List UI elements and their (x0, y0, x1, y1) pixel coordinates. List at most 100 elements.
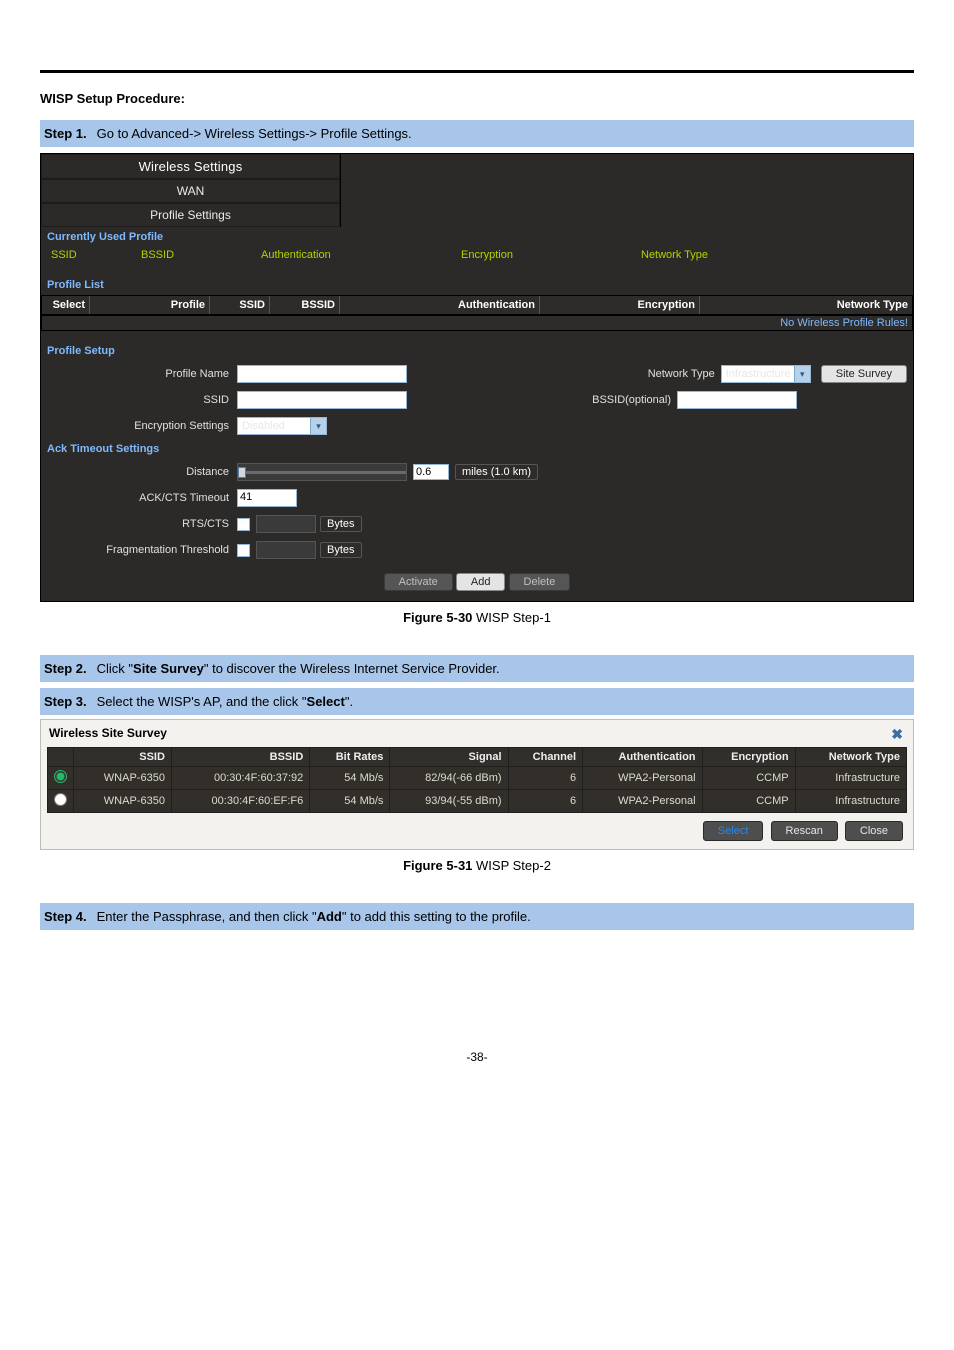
input-frag[interactable] (256, 541, 316, 559)
step1-text: Go to Advanced-> Wireless Settings-> Pro… (97, 126, 412, 141)
row-frag: Fragmentation Threshold Bytes (41, 537, 913, 563)
hdr-net: Network Type (700, 296, 912, 314)
cell-enc: CCMP (702, 767, 795, 790)
cell-ssid: WNAP-6350 (74, 767, 172, 790)
table-row[interactable]: WNAP-6350 00:30:4F:60:EF:F6 54 Mb/s 93/9… (48, 790, 907, 813)
top-rule (40, 70, 914, 73)
delete-button[interactable]: Delete (509, 573, 571, 591)
col-auth: Authentication (251, 249, 451, 261)
profile-list-heading: Profile List (41, 275, 913, 295)
col-net: Network Type (631, 249, 913, 261)
survey-select-button[interactable]: Select (703, 821, 764, 841)
hdr-profile: Profile (90, 296, 210, 314)
row-rtscts: RTS/CTS Bytes (41, 511, 913, 537)
select-network-type-value: Infrastructure (726, 368, 791, 380)
lbl-profile-name: Profile Name (47, 368, 237, 380)
cell-net: Infrastructure (795, 767, 906, 790)
page-number: -38- (40, 1050, 914, 1064)
hdr-bssid: BSSID (171, 748, 309, 767)
step3-text: Select the WISP's AP, and the click "Sel… (97, 694, 353, 709)
input-ssid[interactable] (237, 391, 407, 409)
tab-wan[interactable]: WAN (41, 179, 340, 203)
survey-close-button[interactable]: Close (845, 821, 903, 841)
input-rtscts[interactable] (256, 515, 316, 533)
table-header-row: SSID BSSID Bit Rates Signal Channel Auth… (48, 748, 907, 767)
step2-text: Click "Site Survey" to discover the Wire… (97, 661, 500, 676)
no-rules-msg: No Wireless Profile Rules! (41, 315, 913, 331)
row-profile-name: Profile Name Network Type Infrastructure… (41, 361, 913, 387)
step4-bar: Step 4. Enter the Passphrase, and then c… (40, 903, 914, 930)
profile-setup-heading: Profile Setup (41, 341, 913, 361)
lbl-network-type: Network Type (648, 368, 721, 380)
cell-signal: 93/94(-55 dBm) (390, 790, 508, 813)
distance-unit: miles (1.0 km) (455, 464, 538, 480)
unit-bytes-1: Bytes (320, 516, 362, 532)
hdr-select: Select (42, 296, 90, 314)
unit-bytes-2: Bytes (320, 542, 362, 558)
checkbox-frag[interactable] (237, 544, 250, 557)
hdr-radio (48, 748, 74, 767)
slider-distance[interactable] (237, 463, 407, 481)
cell-bssid: 00:30:4F:60:EF:F6 (171, 790, 309, 813)
row-ssid: SSID BSSID(optional) (41, 387, 913, 413)
hdr-signal: Signal (390, 748, 508, 767)
lbl-ackcts: ACK/CTS Timeout (47, 492, 237, 504)
hdr-channel: Channel (508, 748, 583, 767)
figure-5-31-text: WISP Step-2 (472, 858, 551, 873)
hdr-net: Network Type (795, 748, 906, 767)
step2-num: Step 2. (44, 661, 87, 676)
col-ssid: SSID (41, 249, 131, 261)
chevron-down-icon (310, 418, 326, 434)
lbl-enc-settings: Encryption Settings (47, 420, 237, 432)
cell-auth: WPA2-Personal (583, 767, 702, 790)
radio-row-1[interactable] (54, 793, 67, 806)
tab-profile-settings[interactable]: Profile Settings (41, 203, 340, 227)
step3-bar: Step 3. Select the WISP's AP, and the cl… (40, 688, 914, 715)
col-enc: Encryption (451, 249, 631, 261)
survey-rescan-button[interactable]: Rescan (771, 821, 838, 841)
site-survey-panel: Wireless Site Survey ✖ SSID BSSID Bit Ra… (40, 719, 914, 850)
table-row[interactable]: WNAP-6350 00:30:4F:60:37:92 54 Mb/s 82/9… (48, 767, 907, 790)
lbl-frag: Fragmentation Threshold (47, 544, 237, 556)
radio-row-0[interactable] (54, 770, 67, 783)
step2-bar: Step 2. Click "Site Survey" to discover … (40, 655, 914, 682)
cell-chan: 6 (508, 790, 583, 813)
ack-section-heading: Ack Timeout Settings (41, 439, 913, 459)
input-bssid[interactable] (677, 391, 797, 409)
select-network-type[interactable]: Infrastructure (721, 365, 811, 383)
cell-bit: 54 Mb/s (310, 767, 390, 790)
add-button[interactable]: Add (456, 573, 506, 591)
input-ackcts[interactable]: 41 (237, 489, 297, 507)
lbl-bssid-opt: BSSID(optional) (592, 394, 677, 406)
hdr-ssid: SSID (210, 296, 270, 314)
step1-bar: Step 1. Go to Advanced-> Wireless Settin… (40, 120, 914, 147)
hdr-bit: Bit Rates (310, 748, 390, 767)
cell-enc: CCMP (702, 790, 795, 813)
site-survey-button[interactable]: Site Survey (821, 365, 907, 383)
figure-5-30-caption: Figure 5-30 WISP Step-1 (40, 610, 914, 625)
cell-auth: WPA2-Personal (583, 790, 702, 813)
col-bssid: BSSID (131, 249, 251, 261)
lbl-ssid: SSID (47, 394, 237, 406)
figure-5-30-text: WISP Step-1 (472, 610, 551, 625)
cell-bit: 54 Mb/s (310, 790, 390, 813)
checkbox-rtscts[interactable] (237, 518, 250, 531)
action-row: Activate Add Delete (41, 563, 913, 601)
cell-net: Infrastructure (795, 790, 906, 813)
hdr-enc: Encryption (540, 296, 700, 314)
currently-used-heading: Currently Used Profile (41, 227, 913, 247)
site-survey-title: Wireless Site Survey (49, 726, 167, 743)
distance-value[interactable]: 0.6 (413, 464, 449, 480)
select-enc-settings[interactable]: Disabled (237, 417, 327, 435)
section-title: WISP Setup Procedure: (40, 91, 914, 106)
tab-wireless-settings[interactable]: Wireless Settings (41, 154, 340, 179)
activate-button[interactable]: Activate (384, 573, 453, 591)
input-profile-name[interactable] (237, 365, 407, 383)
figure-5-31-caption: Figure 5-31 WISP Step-2 (40, 858, 914, 873)
cell-signal: 82/94(-66 dBm) (390, 767, 508, 790)
hdr-enc: Encryption (702, 748, 795, 767)
close-icon[interactable]: ✖ (891, 726, 907, 743)
step4-num: Step 4. (44, 909, 87, 924)
figure-5-31-num: Figure 5-31 (403, 858, 472, 873)
row-ackcts: ACK/CTS Timeout 41 (41, 485, 913, 511)
